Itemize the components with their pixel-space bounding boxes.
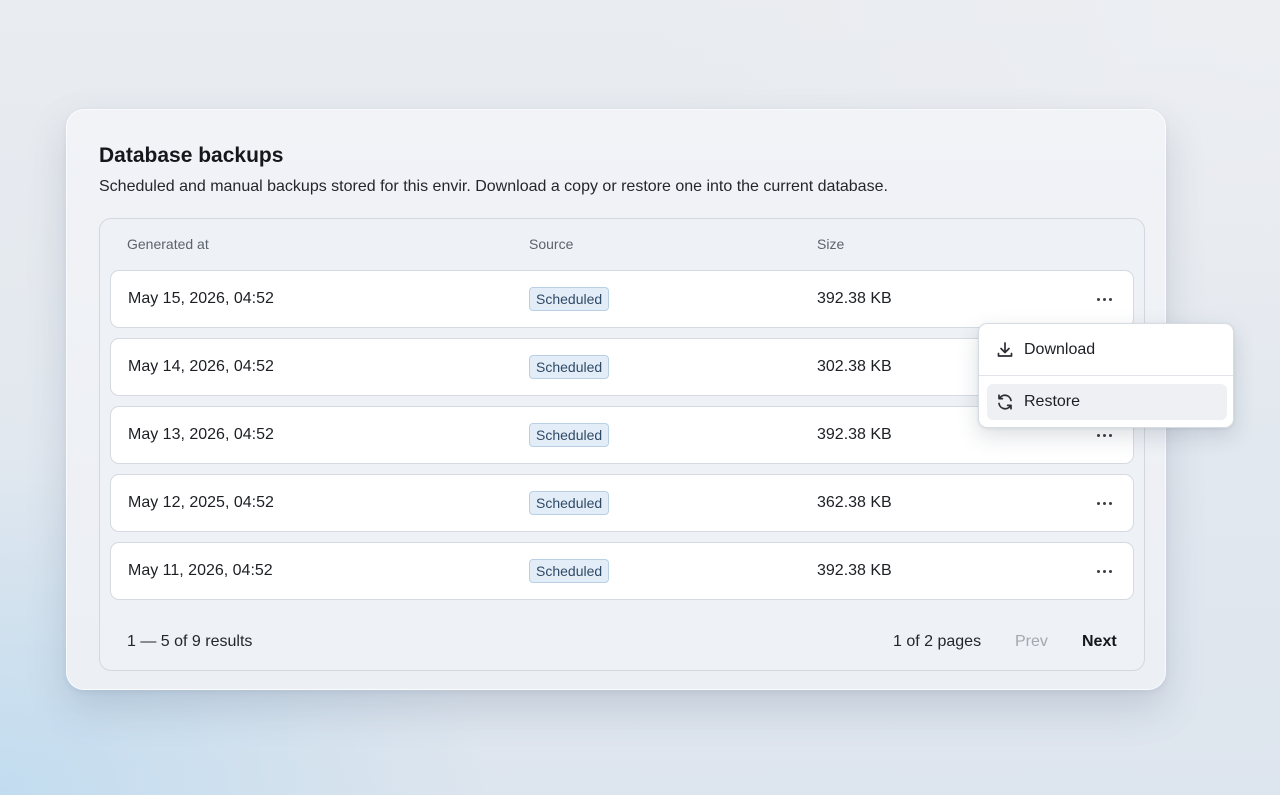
more-horizontal-icon bbox=[1096, 297, 1112, 301]
table-row: May 12, 2025, 04:52 Scheduled 362.38 KB bbox=[110, 474, 1134, 532]
table-header: Generated at Source Size bbox=[100, 219, 1144, 269]
refresh-icon bbox=[995, 392, 1015, 412]
table-row: May 15, 2026, 04:52 Scheduled 392.38 KB bbox=[110, 270, 1134, 328]
source-badge: Scheduled bbox=[529, 491, 610, 515]
size-cell: 392.38 KB bbox=[817, 290, 892, 307]
source-badge: Scheduled bbox=[529, 355, 610, 379]
pagination-bar: 1 — 5 of 9 results 1 of 2 pages Prev Nex… bbox=[100, 631, 1144, 661]
card-description: Scheduled and manual backups stored for … bbox=[99, 178, 888, 195]
generated-at-cell: May 12, 2025, 04:52 bbox=[128, 494, 274, 511]
source-badge: Scheduled bbox=[529, 287, 610, 311]
results-count: 1 — 5 of 9 results bbox=[127, 633, 253, 650]
next-page-button[interactable]: Next bbox=[1082, 633, 1117, 651]
source-badge: Scheduled bbox=[529, 423, 610, 447]
row-actions-button[interactable] bbox=[1091, 287, 1117, 311]
column-header-generated-at: Generated at bbox=[127, 236, 209, 252]
more-horizontal-icon bbox=[1096, 433, 1112, 437]
download-icon bbox=[995, 340, 1015, 360]
menu-item-restore[interactable]: Restore bbox=[987, 384, 1227, 420]
size-cell: 392.38 KB bbox=[817, 426, 892, 443]
table-body: May 15, 2026, 04:52 Scheduled 392.38 KB … bbox=[110, 270, 1134, 610]
source-badge: Scheduled bbox=[529, 559, 610, 583]
row-actions-button[interactable] bbox=[1091, 491, 1117, 515]
prev-page-button[interactable]: Prev bbox=[1015, 633, 1048, 651]
generated-at-cell: May 15, 2026, 04:52 bbox=[128, 290, 274, 307]
column-header-size: Size bbox=[817, 236, 845, 252]
column-header-source: Source bbox=[529, 236, 574, 252]
size-cell: 302.38 KB bbox=[817, 358, 892, 375]
generated-at-cell: May 13, 2026, 04:52 bbox=[128, 426, 274, 443]
more-horizontal-icon bbox=[1096, 501, 1112, 505]
generated-at-cell: May 11, 2026, 04:52 bbox=[128, 562, 273, 579]
size-cell: 362.38 KB bbox=[817, 494, 892, 511]
row-actions-menu: Download Restore bbox=[978, 323, 1234, 428]
menu-item-download[interactable]: Download bbox=[987, 332, 1227, 368]
row-actions-button[interactable] bbox=[1091, 559, 1117, 583]
table-row: May 11, 2026, 04:52 Scheduled 392.38 KB bbox=[110, 542, 1134, 600]
size-cell: 392.38 KB bbox=[817, 562, 892, 579]
page-indicator: 1 of 2 pages bbox=[893, 633, 982, 650]
backups-table: Generated at Source Size May 15, 2026, 0… bbox=[99, 218, 1145, 671]
generated-at-cell: May 14, 2026, 04:52 bbox=[128, 358, 274, 375]
menu-divider bbox=[979, 375, 1233, 376]
card-title: Database backups bbox=[99, 144, 284, 167]
menu-item-label: Download bbox=[1024, 341, 1096, 358]
more-horizontal-icon bbox=[1096, 569, 1112, 573]
menu-item-label: Restore bbox=[1024, 393, 1081, 410]
